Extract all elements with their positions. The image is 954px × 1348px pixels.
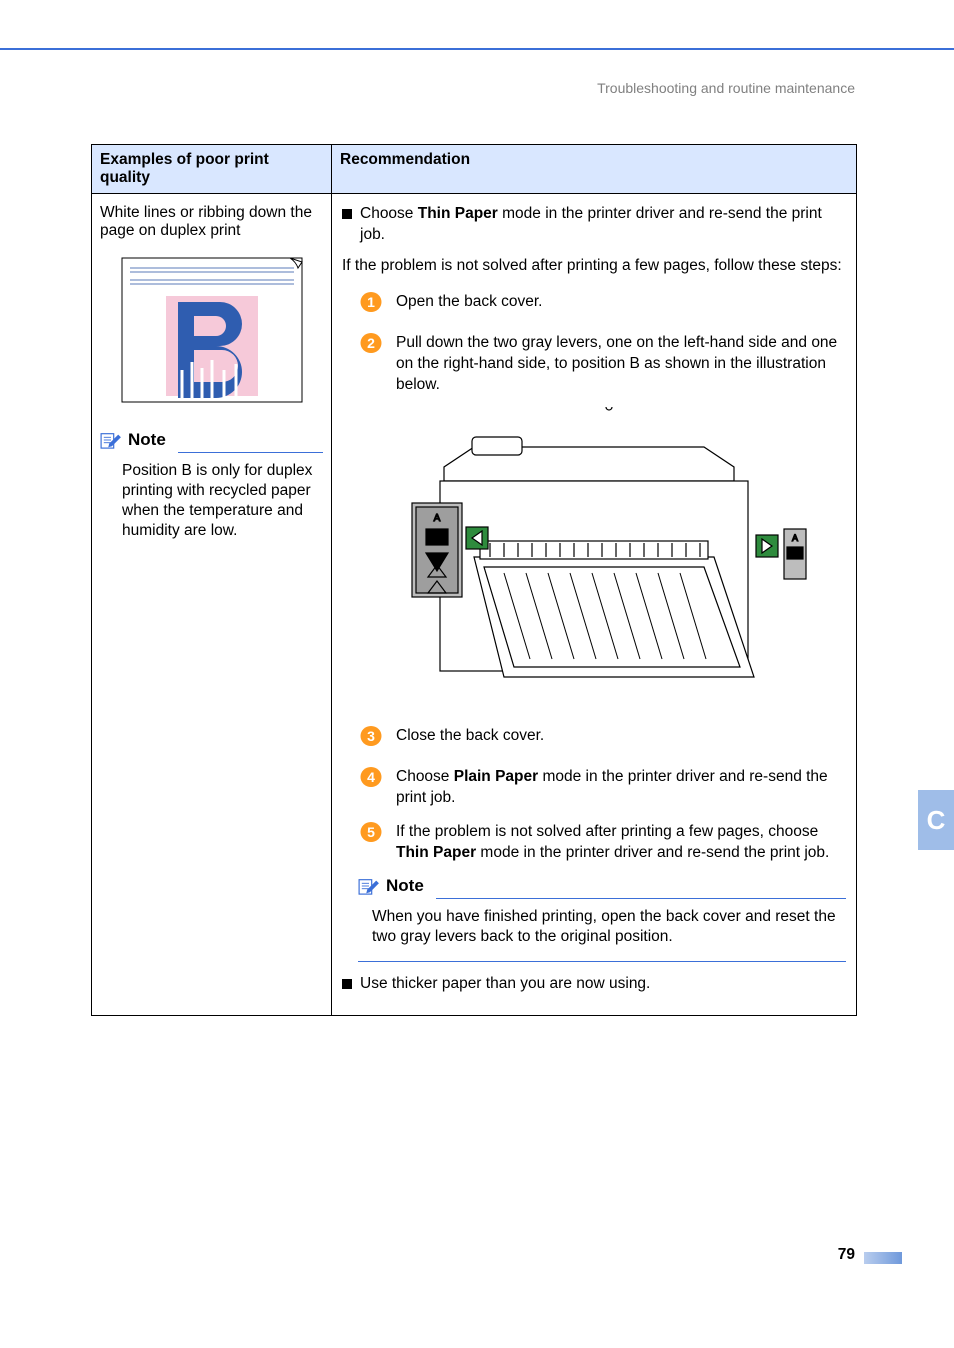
right-note-label: Note — [386, 876, 424, 896]
step-number-icon: 3 — [360, 725, 382, 747]
note-icon — [100, 431, 122, 449]
recommendation-bullet-2: Use thicker paper than you are now using… — [342, 974, 846, 995]
running-head: Troubleshooting and routine maintenance — [597, 80, 855, 96]
right-note-block: Note When you have finished printing, op… — [342, 876, 846, 962]
step-1-text: Open the back cover. — [396, 291, 846, 313]
troubleshooting-table: Examples of poor print quality Recommend… — [91, 144, 857, 1016]
section-tab: C — [918, 790, 954, 850]
note-rule — [436, 898, 846, 899]
svg-text:A: A — [792, 533, 798, 543]
svg-text:5: 5 — [367, 824, 375, 840]
step-number-icon: 4 — [360, 766, 382, 788]
page-number-bar — [864, 1252, 902, 1264]
left-note-block: Note Position B is only for duplex print… — [100, 430, 323, 542]
col1-header: Examples of poor print quality — [92, 145, 332, 194]
b1-bold: Thin Paper — [418, 205, 498, 222]
step-4: 4 Choose Plain Paper mode in the printer… — [360, 766, 846, 809]
svg-text:B: B — [792, 550, 797, 559]
left-note-body: Position B is only for duplex printing w… — [122, 461, 323, 542]
left-note-label: Note — [128, 430, 166, 450]
step-number-icon: 5 — [360, 821, 382, 843]
step-5: 5 If the problem is not solved after pri… — [360, 821, 846, 864]
right-note-body: When you have finished printing, open th… — [372, 907, 846, 947]
note-bottom-rule — [358, 961, 846, 962]
s5-bold: Thin Paper — [396, 844, 476, 861]
step-2: 2 Pull down the two gray levers, one on … — [360, 332, 846, 396]
svg-text:2: 2 — [367, 335, 375, 351]
table-row: White lines or ribbing down the page on … — [92, 194, 857, 1016]
main-content: Examples of poor print quality Recommend… — [91, 144, 856, 1016]
s4-pre: Choose — [396, 768, 454, 785]
s5-post: mode in the printer driver and re-send t… — [476, 844, 829, 861]
steps-intro: If the problem is not solved after print… — [342, 256, 846, 277]
recommendation-cell: Choose Thin Paper mode in the printer dr… — [332, 194, 857, 1016]
square-bullet-icon — [342, 979, 352, 989]
step-2-text: Pull down the two gray levers, one on th… — [396, 332, 846, 396]
note-icon — [358, 877, 380, 895]
svg-text:3: 3 — [367, 728, 375, 744]
step-number-icon: 2 — [360, 332, 382, 354]
problem-title: White lines or ribbing down the page on … — [100, 204, 323, 240]
svg-text:A: A — [434, 513, 441, 524]
step-3: 3 Close the back cover. — [360, 725, 846, 754]
step-1: 1 Open the back cover. — [360, 291, 846, 320]
svg-text:4: 4 — [367, 769, 375, 785]
b2-text: Use thicker paper than you are now using… — [360, 974, 846, 995]
s5-pre: If the problem is not solved after print… — [396, 823, 818, 840]
svg-text:B: B — [434, 533, 441, 544]
recommendation-bullet-1: Choose Thin Paper mode in the printer dr… — [342, 204, 846, 246]
page-number: 79 — [838, 1246, 855, 1264]
printer-back-cover-illustration: A B — [354, 407, 846, 707]
s4-bold: Plain Paper — [454, 768, 538, 785]
step-3-text: Close the back cover. — [396, 725, 846, 747]
b1-pre: Choose — [360, 205, 418, 222]
col2-header: Recommendation — [332, 145, 857, 194]
top-blue-rule — [0, 48, 954, 50]
square-bullet-icon — [342, 209, 352, 219]
print-sample-illustration — [112, 250, 312, 410]
note-rule — [178, 452, 323, 453]
step-number-icon: 1 — [360, 291, 382, 313]
svg-text:1: 1 — [367, 294, 375, 310]
example-cell: White lines or ribbing down the page on … — [92, 194, 332, 1016]
section-tab-label: C — [927, 805, 946, 836]
